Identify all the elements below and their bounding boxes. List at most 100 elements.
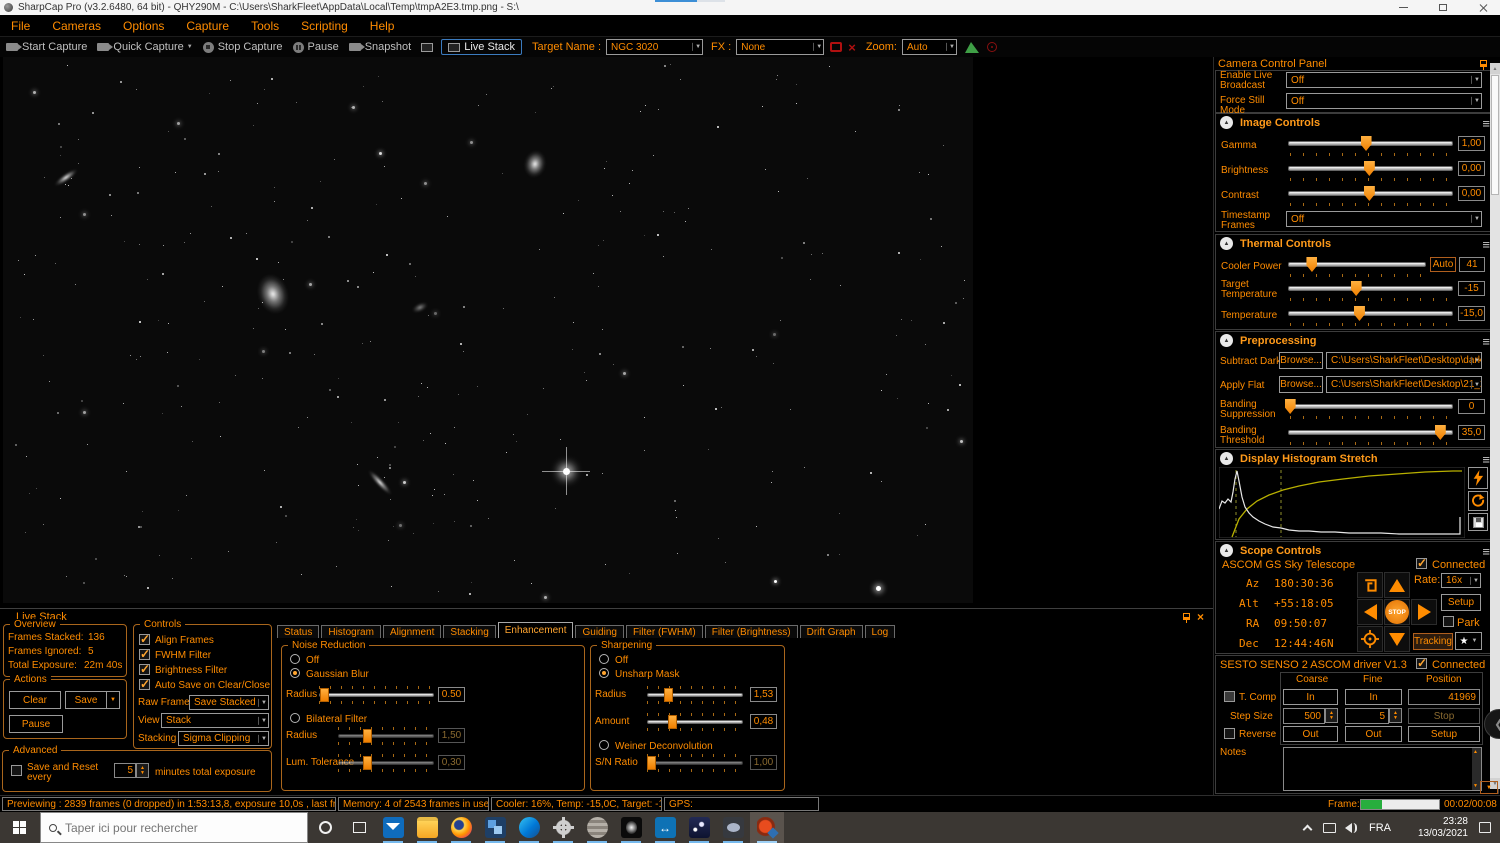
menu-options[interactable]: Options (112, 15, 175, 36)
coarse-out-button[interactable]: Out (1283, 726, 1338, 742)
stop-capture-button[interactable]: Stop Capture (203, 41, 283, 53)
nr-radius-value[interactable]: 0.50 (438, 687, 465, 702)
scope-setup-button[interactable]: Setup (1441, 594, 1481, 611)
temperature-slider[interactable] (1288, 306, 1453, 326)
auto-stretch-icon[interactable] (1468, 467, 1488, 489)
amount-value[interactable]: 0,48 (750, 714, 777, 729)
bilateral-radius-value[interactable]: 1,50 (438, 728, 465, 743)
tab-filter-fwhm[interactable]: Filter (FWHM) (626, 625, 703, 638)
stop-slew-button[interactable]: STOP (1384, 599, 1410, 625)
slew-up-button[interactable] (1384, 572, 1410, 598)
target-name-select[interactable]: NGC 3020▼ (606, 39, 703, 55)
tab-histogram[interactable]: Histogram (321, 625, 381, 638)
start-button[interactable] (0, 812, 40, 843)
sharp-radius-slider[interactable] (647, 686, 743, 704)
pin-icon[interactable] (1480, 60, 1487, 67)
tab-stacking[interactable]: Stacking (443, 625, 495, 638)
fine-out-button[interactable]: Out (1345, 726, 1402, 742)
start-capture-button[interactable]: Start Capture (6, 41, 87, 53)
scroll-up-icon[interactable]: ▲ (1490, 63, 1500, 74)
tab-drift-graph[interactable]: Drift Graph (800, 625, 863, 638)
view-select[interactable]: Stack▼ (161, 713, 269, 728)
gamma-value[interactable]: 1,00 (1458, 136, 1485, 151)
banding-suppression-slider[interactable] (1288, 399, 1453, 419)
clear-button[interactable]: Clear (9, 691, 61, 709)
save-reset-checkbox[interactable] (11, 765, 22, 776)
taskbar-firefox[interactable] (444, 812, 478, 843)
cooler-power-slider[interactable] (1288, 257, 1426, 277)
live-stack-button[interactable]: Live Stack (441, 39, 522, 55)
taskbar-discord[interactable] (716, 812, 750, 843)
tab-status[interactable]: Status (277, 625, 319, 638)
sn-ratio-value[interactable]: 1,00 (750, 755, 777, 770)
stacking-select[interactable]: Sigma Clipping▼ (178, 731, 269, 746)
menu-scripting[interactable]: Scripting (290, 15, 359, 36)
notification-center-icon[interactable] (1474, 812, 1496, 843)
fine-in-button[interactable]: In (1345, 689, 1402, 705)
quick-capture-button[interactable]: Quick Capture▼ (97, 41, 192, 53)
target-temperature-value[interactable]: -15 (1458, 281, 1485, 296)
focuser-stop-button[interactable]: Stop (1408, 708, 1480, 724)
scrollbar-thumb[interactable] (1491, 75, 1499, 195)
align-frames-checkbox[interactable] (139, 634, 150, 645)
reset-stretch-icon[interactable] (1468, 491, 1488, 511)
cooler-auto-button[interactable]: Auto (1430, 257, 1456, 272)
close-button[interactable] (1468, 0, 1498, 14)
zoom-select[interactable]: Auto▼ (902, 39, 957, 55)
lum-tolerance-slider[interactable] (338, 754, 434, 772)
tray-chevron-up-icon[interactable] (1296, 812, 1318, 843)
menu-cameras[interactable]: Cameras (41, 15, 112, 36)
menu-icon[interactable]: ≡ (1482, 116, 1490, 131)
histogram-plot[interactable] (1219, 467, 1465, 538)
selection-area-icon[interactable] (830, 42, 842, 52)
slew-right-button[interactable] (1411, 599, 1437, 625)
focuser-connected-checkbox[interactable] (1416, 658, 1427, 669)
pause-button[interactable]: Pause (9, 715, 63, 733)
gaussian-blur-radio[interactable] (290, 668, 300, 678)
banding-threshold-value[interactable]: 35,0 (1458, 425, 1485, 440)
menu-icon[interactable]: ≡ (1482, 237, 1490, 252)
tray-language[interactable]: FRA (1362, 812, 1398, 843)
t-comp-checkbox[interactable] (1224, 691, 1235, 702)
tab-log[interactable]: Log (865, 625, 896, 638)
coarse-in-button[interactable]: In (1283, 689, 1338, 705)
menu-tools[interactable]: Tools (240, 15, 290, 36)
coarse-step-spinner[interactable]: ▲▼ (1325, 708, 1338, 723)
banding-threshold-slider[interactable] (1288, 425, 1453, 445)
collapse-icon[interactable]: ▲ (1220, 334, 1233, 347)
taskbar-planetarium[interactable] (580, 812, 614, 843)
brightness-filter-checkbox[interactable] (139, 664, 150, 675)
cortana-button[interactable] (308, 812, 342, 843)
live-view-image[interactable] (3, 57, 973, 603)
pin-icon[interactable] (1183, 613, 1190, 620)
menu-icon[interactable]: ≡ (1482, 334, 1490, 349)
unsharp-mask-radio[interactable] (599, 668, 609, 678)
interval-spinner[interactable]: ▲▼ (136, 763, 149, 778)
taskbar-astro-app[interactable] (614, 812, 648, 843)
task-view-button[interactable] (342, 812, 376, 843)
timestamp-frames-select[interactable]: Off▼ (1286, 211, 1482, 227)
taskbar-stellarium[interactable] (682, 812, 716, 843)
collapse-icon[interactable]: ▲ (1220, 116, 1233, 129)
contrast-value[interactable]: 0,00 (1458, 186, 1485, 201)
brightness-value[interactable]: 0,00 (1458, 161, 1485, 176)
taskbar-settings[interactable] (546, 812, 580, 843)
close-icon[interactable]: × (1197, 610, 1204, 624)
histogram-icon[interactable] (965, 42, 979, 53)
collapse-icon[interactable]: ▲ (1220, 452, 1233, 465)
panel-expand-icon[interactable]: ▼ (1480, 781, 1498, 794)
taskbar-remote-app[interactable] (478, 812, 512, 843)
reticle-icon[interactable] (987, 42, 997, 52)
tray-volume-icon[interactable] (1340, 812, 1362, 843)
nr-radius-slider[interactable] (319, 686, 434, 704)
temperature-value[interactable]: -15,0 (1458, 306, 1485, 321)
subtract-dark-browse-button[interactable]: Browse... (1279, 352, 1323, 369)
force-still-mode-select[interactable]: Off▼ (1286, 93, 1482, 109)
menu-help[interactable]: Help (359, 15, 406, 36)
apply-flat-browse-button[interactable]: Browse... (1279, 376, 1323, 393)
panel-scrollbar[interactable]: ▲ ▼ (1490, 63, 1500, 789)
slew-left-button[interactable] (1357, 599, 1383, 625)
taskbar-edge[interactable] (512, 812, 546, 843)
save-options-icon[interactable]: ▼ (106, 691, 120, 709)
subtract-dark-path-select[interactable]: C:\Users\SharkFleet\Desktop\darks...▼ (1326, 352, 1482, 369)
